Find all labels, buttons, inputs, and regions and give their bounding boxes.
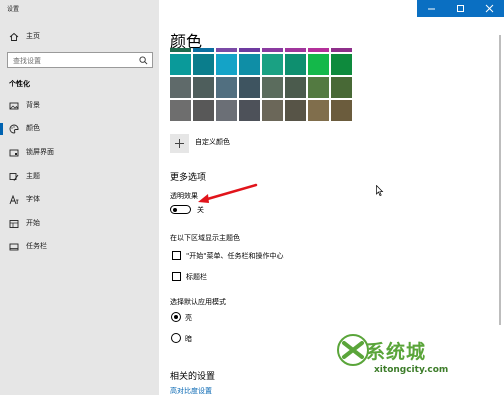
related-settings-title: 相关的设置 — [170, 372, 216, 382]
home-icon — [9, 32, 19, 41]
sidebar-item-background[interactable]: 背景 — [0, 97, 159, 115]
color-swatch[interactable] — [285, 77, 306, 98]
color-swatch[interactable] — [170, 54, 191, 75]
color-swatch[interactable] — [216, 77, 237, 98]
color-swatch[interactable] — [239, 77, 260, 98]
close-button[interactable] — [475, 0, 504, 17]
color-swatch-top[interactable] — [216, 48, 237, 52]
sidebar-item-taskbar[interactable]: 任务栏 — [0, 238, 159, 256]
more-options-title: 更多选项 — [170, 173, 207, 183]
sidebar-item-label: 背景 — [26, 101, 40, 109]
maximize-icon — [457, 5, 464, 12]
accent-surfaces-label: 在以下区域显示主题色 — [170, 234, 240, 242]
color-swatch-top[interactable] — [170, 48, 191, 52]
custom-color-label: 自定义颜色 — [195, 138, 230, 146]
sidebar-item-label: 颜色 — [26, 124, 40, 132]
radio-dark-label: 暗 — [185, 335, 192, 343]
scrollbar[interactable] — [499, 35, 501, 325]
taskbar-icon — [9, 243, 19, 251]
color-swatch-top[interactable] — [193, 48, 214, 52]
color-swatch[interactable] — [262, 54, 283, 75]
sidebar-item-fonts[interactable]: 字体 — [0, 191, 159, 209]
color-swatch[interactable] — [193, 77, 214, 98]
group-label: 个性化 — [9, 80, 30, 88]
color-swatch[interactable] — [193, 54, 214, 75]
color-swatch-top[interactable] — [262, 48, 283, 52]
sidebar-item-label: 开始 — [26, 219, 40, 227]
watermark-text: 系统城 — [366, 341, 427, 363]
color-swatch[interactable] — [285, 100, 306, 121]
radio-light[interactable] — [171, 312, 181, 322]
color-swatch-top[interactable] — [331, 48, 352, 52]
sidebar-item-home[interactable]: 主页 — [0, 28, 159, 46]
sidebar-item-start[interactable]: 开始 — [0, 215, 159, 233]
toggle-knob — [173, 207, 177, 212]
checkbox-titlebar[interactable] — [172, 272, 181, 281]
sidebar: 设置 主页 查找设置 个性化 背景 颜色 锁屏界面 主题 字体 开始 任务栏 — [0, 0, 159, 395]
default-mode-label: 选择默认应用模式 — [170, 298, 226, 306]
radio-dark[interactable] — [171, 333, 181, 343]
color-swatch[interactable] — [216, 54, 237, 75]
transparency-label: 透明效果 — [170, 192, 198, 200]
brush-icon — [9, 173, 19, 181]
search-placeholder: 查找设置 — [13, 57, 41, 65]
color-swatch[interactable] — [285, 54, 306, 75]
color-swatch[interactable] — [262, 100, 283, 121]
color-swatch[interactable] — [193, 100, 214, 121]
window-title: 设置 — [7, 6, 20, 13]
red-arrow-annotation — [198, 183, 258, 203]
color-swatch[interactable] — [239, 54, 260, 75]
maximize-button[interactable] — [446, 0, 475, 17]
close-icon — [485, 4, 494, 13]
start-icon — [9, 220, 19, 228]
color-swatch[interactable] — [331, 77, 352, 98]
color-swatch[interactable] — [331, 54, 352, 75]
checkbox-start-label: "开始"菜单、任务栏和操作中心 — [186, 252, 284, 260]
palette-icon — [9, 124, 19, 134]
picture-icon — [9, 102, 19, 110]
custom-color-button[interactable] — [170, 134, 189, 153]
plus-icon — [175, 139, 184, 148]
active-indicator — [0, 123, 3, 135]
sidebar-item-label: 主题 — [26, 172, 40, 180]
sidebar-item-label: 锁屏界面 — [26, 148, 54, 156]
radio-light-label: 亮 — [185, 314, 192, 322]
watermark-subtext: xitongcity.com — [374, 365, 449, 375]
sidebar-item-lockscreen[interactable]: 锁屏界面 — [0, 144, 159, 162]
color-swatch[interactable] — [216, 100, 237, 121]
mouse-cursor-icon — [376, 185, 384, 196]
sidebar-item-label: 任务栏 — [26, 242, 47, 250]
transparency-state: 关 — [197, 206, 204, 214]
sidebar-item-colors[interactable]: 颜色 — [0, 120, 159, 138]
color-swatch-top[interactable] — [308, 48, 329, 52]
minimize-button[interactable] — [417, 0, 446, 17]
color-swatch[interactable] — [262, 77, 283, 98]
search-input[interactable]: 查找设置 — [7, 52, 153, 68]
transparency-toggle[interactable] — [170, 205, 191, 214]
color-swatch[interactable] — [308, 100, 329, 121]
minimize-icon — [428, 8, 435, 10]
color-swatch[interactable] — [308, 54, 329, 75]
sidebar-item-label: 字体 — [26, 195, 40, 203]
radio-selected-dot — [174, 315, 178, 319]
watermark-logo — [337, 334, 369, 366]
color-swatch[interactable] — [170, 77, 191, 98]
color-swatch[interactable] — [308, 77, 329, 98]
checkbox-titlebar-label: 标题栏 — [186, 273, 207, 281]
watermark: 系统城 xitongcity.com — [336, 327, 486, 387]
font-icon — [9, 195, 19, 205]
color-swatch[interactable] — [239, 100, 260, 121]
search-icon — [139, 56, 148, 65]
lock-screen-icon — [9, 149, 19, 157]
checkbox-start-taskbar[interactable] — [172, 251, 181, 260]
color-swatch-top[interactable] — [285, 48, 306, 52]
color-swatch[interactable] — [170, 100, 191, 121]
sidebar-item-themes[interactable]: 主题 — [0, 168, 159, 186]
color-swatch[interactable] — [331, 100, 352, 121]
color-swatch-top[interactable] — [239, 48, 260, 52]
sidebar-item-label: 主页 — [26, 32, 40, 40]
